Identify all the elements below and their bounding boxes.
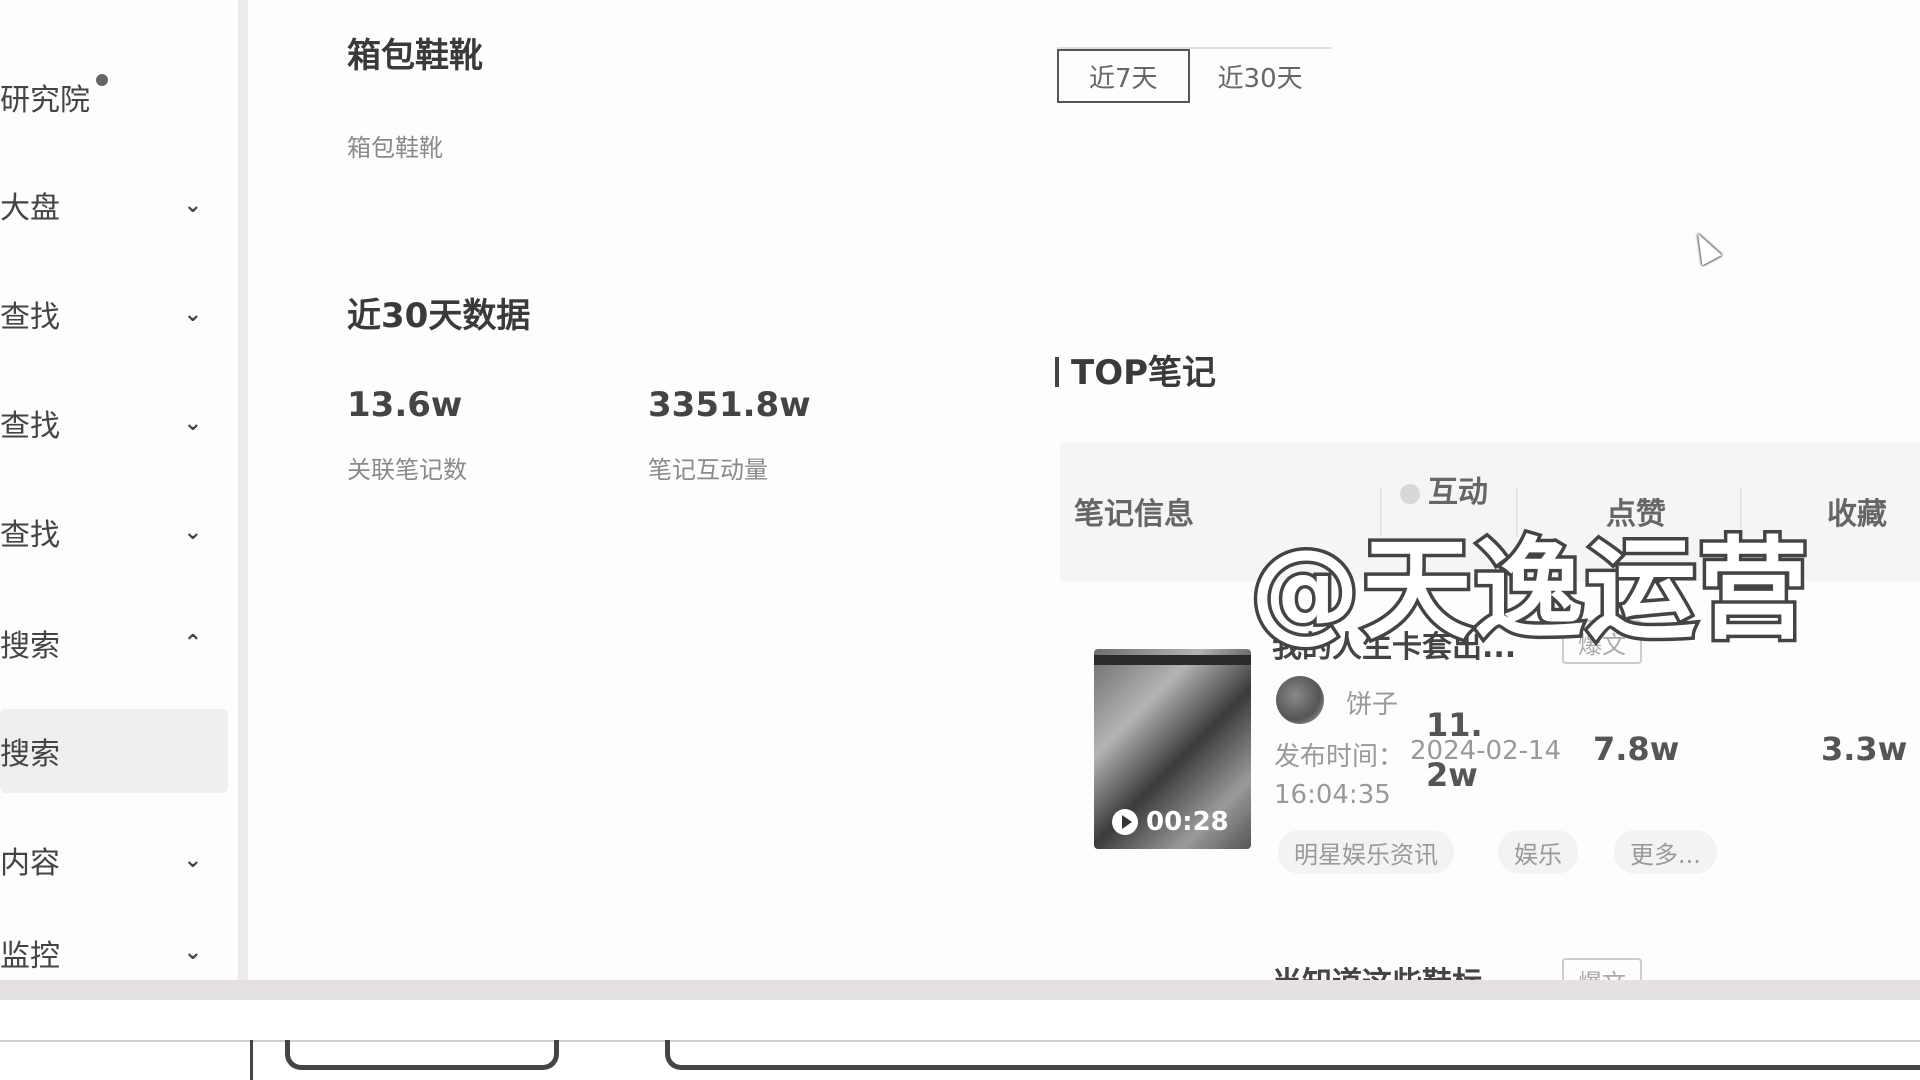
sidebar-item-label: 查找 <box>0 300 60 335</box>
likes-value: 7.8w <box>1593 730 1680 768</box>
publish-time: 16:04:35 <box>1274 780 1391 810</box>
bottom-button-right[interactable] <box>665 1040 1920 1070</box>
publish-label: 发布时间： <box>1274 742 1405 772</box>
play-icon <box>1112 809 1138 835</box>
horizontal-scrollbar[interactable] <box>0 980 1920 1000</box>
sidebar-item-label: 查找 <box>0 409 60 444</box>
chevron-down-icon: ⌄ <box>183 847 202 873</box>
interact-value-line1: 11. <box>1426 706 1483 744</box>
title-accent-bar <box>1055 357 1059 387</box>
sidebar-item-label: 大盘 <box>0 191 60 226</box>
date-range-tabs: 近7天 近30天 <box>1057 47 1331 103</box>
chevron-down-icon: ⌄ <box>183 410 202 436</box>
chevron-down-icon: ⌄ <box>183 192 202 218</box>
bottom-button-left[interactable] <box>285 1040 559 1070</box>
sidebar-item-label: 监控 <box>0 938 60 974</box>
avatar[interactable] <box>1276 676 1324 724</box>
interaction-label: 笔记互动量 <box>648 456 768 484</box>
top-notes-title-text: TOP笔记 <box>1071 353 1217 393</box>
sidebar-item-search[interactable]: 搜索 <box>0 709 228 793</box>
sidebar: 研究院 大盘 ⌄ 查找 ⌄ 查找 ⌄ 查找 ⌄ 搜索 ⌃ 搜索 内容 ⌄ 监控 … <box>0 0 248 980</box>
tag-more[interactable]: 更多... <box>1614 830 1717 874</box>
sidebar-item-find-2[interactable]: 查找 ⌄ <box>0 381 228 465</box>
category-subtitle: 箱包鞋靴 <box>347 134 443 162</box>
thumbnail-caption-strip <box>1094 655 1251 665</box>
bottom-vertical-divider <box>250 1040 253 1080</box>
tab-30-days[interactable]: 近30天 <box>1190 49 1331 103</box>
tab-7-days[interactable]: 近7天 <box>1057 49 1190 103</box>
tag-entertainment[interactable]: 娱乐 <box>1498 830 1578 874</box>
chevron-down-icon: ⌄ <box>183 940 202 965</box>
chevron-down-icon: ⌄ <box>183 519 202 545</box>
sidebar-item-research[interactable]: 研究院 <box>0 55 228 139</box>
stats-title: 近30天数据 <box>347 296 531 336</box>
related-notes-label: 关联笔记数 <box>347 456 467 484</box>
header-collect[interactable]: 收藏 <box>1827 489 1887 533</box>
sidebar-item-dashboard[interactable]: 大盘 ⌄ <box>0 163 228 247</box>
notification-dot <box>96 74 108 86</box>
chevron-down-icon: ⌄ <box>183 301 202 327</box>
sidebar-item-find-3[interactable]: 查找 ⌄ <box>0 490 228 574</box>
interaction-value: 3351.8w <box>648 385 811 425</box>
category-title: 箱包鞋靴 <box>347 36 483 76</box>
mouse-cursor-icon <box>1688 228 1722 266</box>
sidebar-item-monitor[interactable]: 监控 ⌄ <box>0 925 228 980</box>
sidebar-item-label: 搜索 <box>0 737 60 772</box>
chevron-up-icon: ⌃ <box>183 630 202 656</box>
note-title[interactable]: 当知道这些鞋标 <box>1272 958 1482 980</box>
watermark-overlay: @天逸运营 <box>1247 523 1812 658</box>
top-notes-title: TOP笔记 <box>1055 345 1216 394</box>
sidebar-item-label: 内容 <box>0 846 60 881</box>
sidebar-item-content[interactable]: 内容 ⌄ <box>0 818 228 902</box>
video-duration: 00:28 <box>1112 807 1229 837</box>
sidebar-item-label: 研究院 <box>0 83 90 118</box>
note-row-2-clip: 当知道这些鞋标 爆文 <box>1272 955 1672 980</box>
sidebar-item-label: 查找 <box>0 518 60 553</box>
hot-badge: 爆文 <box>1562 958 1642 980</box>
related-notes-value: 13.6w <box>347 385 463 425</box>
note-thumbnail[interactable]: 00:28 <box>1094 649 1251 849</box>
author-name[interactable]: 饼子 <box>1346 684 1398 721</box>
duration-text: 00:28 <box>1146 807 1229 837</box>
sidebar-item-find-1[interactable]: 查找 ⌄ <box>0 272 228 356</box>
collect-value: 3.3w <box>1821 730 1908 768</box>
header-note-info: 笔记信息 <box>1074 497 1194 532</box>
tag-celebrity-news[interactable]: 明星娱乐资讯 <box>1278 830 1454 874</box>
sidebar-item-label: 搜索 <box>0 629 60 664</box>
interact-value-line2: 2w <box>1426 756 1478 794</box>
sidebar-item-search-group[interactable]: 搜索 ⌃ <box>0 601 228 685</box>
